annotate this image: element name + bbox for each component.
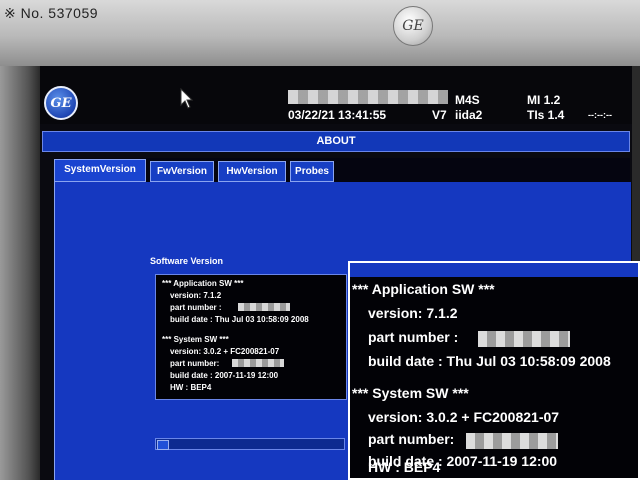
misc-readout: --:--:-- — [588, 110, 612, 120]
tab-hw-version[interactable]: HwVersion — [218, 161, 286, 182]
zoom-sys-part-redacted — [466, 433, 558, 449]
photo-number-label: ※ No. 537059 — [4, 5, 99, 21]
probe-name: M4S — [455, 93, 480, 107]
zoom-sys-part-number: part number: — [368, 431, 455, 447]
zoomed-inset: *** Application SW *** version: 7.1.2 pa… — [348, 261, 640, 480]
zoom-app-sw-header: *** Application SW *** — [352, 281, 495, 297]
hw-version: HW : BEP4 — [170, 383, 212, 392]
zoom-app-part-number: part number : — [368, 329, 459, 345]
version-info-box: *** Application SW *** version: 7.1.2 pa… — [155, 274, 347, 400]
tab-strip: SystemVersion FwVersion HwVersion Probes — [54, 158, 630, 182]
tab-probes[interactable]: Probes — [290, 161, 334, 182]
date-time: 03/22/21 13:41:55 — [288, 108, 387, 122]
app-version: version: 7.1.2 — [170, 291, 222, 300]
user-name: iida2 — [455, 108, 483, 122]
app-part-number: part number : — [170, 303, 222, 312]
scrollbar-thumb[interactable] — [157, 440, 169, 450]
zoomed-version-info: *** Application SW *** version: 7.1.2 pa… — [350, 277, 638, 478]
mouse-cursor-icon — [180, 88, 194, 109]
tab-fw-version[interactable]: FwVersion — [150, 161, 214, 182]
tis-value: TIs 1.4 — [527, 108, 565, 122]
ge-bezel-logo-icon: GE — [393, 6, 433, 46]
status-header: GE 03/22/21 13:41:55 M4S V7 iida2 MI 1.2… — [40, 66, 632, 124]
zoom-app-build-date: build date : Thu Jul 03 10:58:09 2008 — [368, 353, 611, 369]
monitor-bezel-top: ※ No. 537059 GE — [0, 0, 640, 66]
zoom-app-part-redacted — [478, 331, 570, 347]
sys-version: version: 3.0.2 + FC200821-07 — [170, 347, 280, 356]
app-part-number-redacted — [238, 303, 290, 311]
dialog-title: ABOUT — [42, 131, 630, 152]
tab-system-version[interactable]: SystemVersion — [54, 159, 146, 182]
horizontal-scrollbar[interactable] — [155, 438, 345, 450]
zoom-hw-version: HW : BEP4 — [368, 459, 441, 475]
patient-name-redacted — [288, 90, 448, 104]
zoom-sys-version: version: 3.0.2 + FC200821-07 — [368, 409, 560, 425]
zoom-sys-sw-header: *** System SW *** — [352, 385, 469, 401]
monitor-bezel-left — [0, 66, 40, 480]
zoom-app-version: version: 7.1.2 — [368, 305, 458, 321]
mi-value: MI 1.2 — [527, 93, 561, 107]
software-version-heading: Software Version — [150, 256, 224, 266]
sys-part-number: part number: — [170, 359, 220, 368]
ge-logo-icon: GE — [44, 86, 78, 120]
software-version: V7 — [432, 108, 447, 122]
sys-sw-header: *** System SW *** — [162, 335, 229, 344]
app-sw-header: *** Application SW *** — [162, 279, 244, 288]
app-build-date: build date : Thu Jul 03 10:58:09 2008 — [170, 315, 309, 324]
sys-part-number-redacted — [232, 359, 284, 367]
sys-build-date: build date : 2007-11-19 12:00 — [170, 371, 279, 380]
